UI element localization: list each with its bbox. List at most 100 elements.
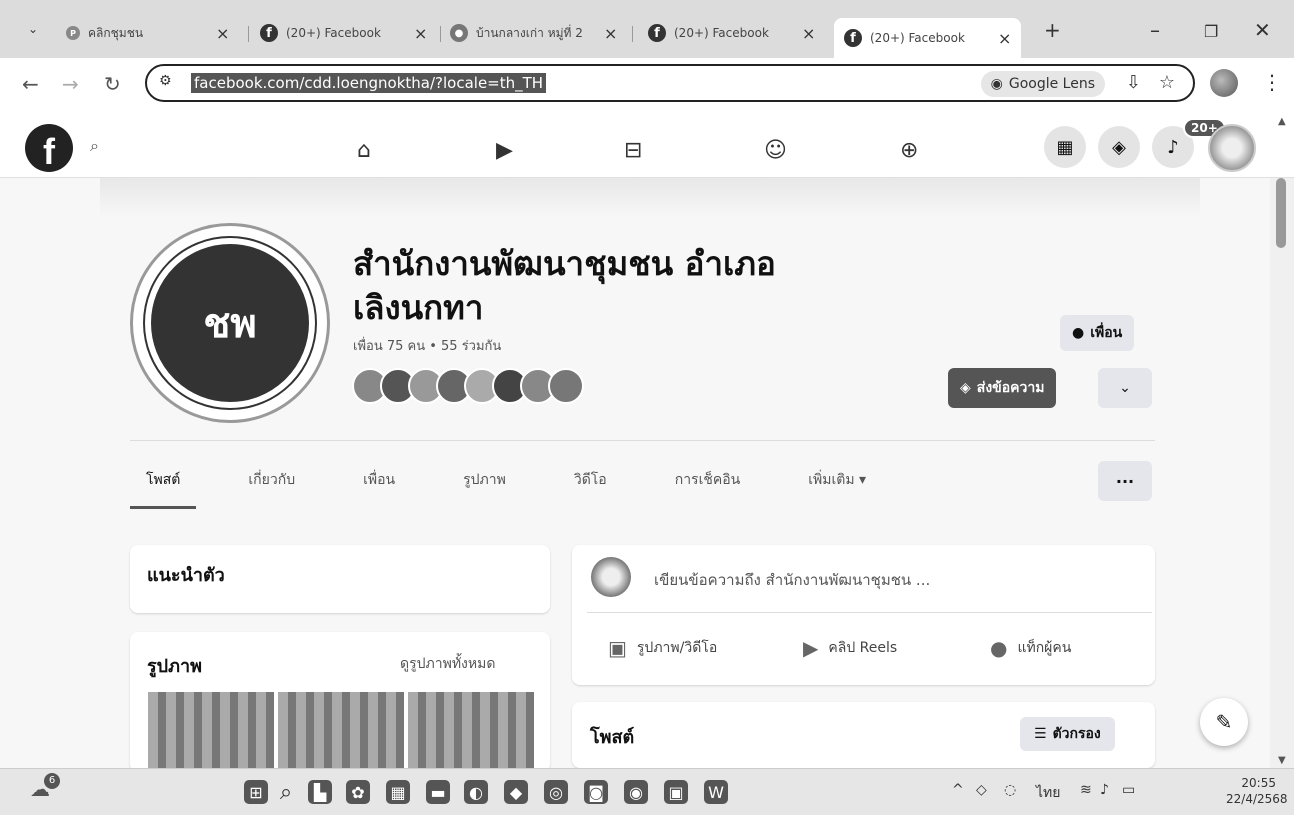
app-icon[interactable]: ◙ xyxy=(584,780,608,804)
close-window-icon[interactable]: ✕ xyxy=(1254,18,1271,42)
tab-search-chevron-icon[interactable]: ⌄ xyxy=(28,22,38,36)
wifi-icon[interactable]: ≋ xyxy=(1080,782,1092,798)
tab-separator xyxy=(248,26,249,42)
see-all-photos-link[interactable]: ดูรูปภาพทั้งหมด xyxy=(400,653,495,675)
bookmark-star-icon[interactable]: ☆ xyxy=(1159,72,1175,93)
tab-title: บ้านกลางเก่า หมู่ที่ 2 xyxy=(476,25,583,40)
copilot-icon[interactable]: ✿ xyxy=(346,780,370,804)
globe-icon: ● xyxy=(450,24,468,42)
browser-menu-icon[interactable]: ⋮ xyxy=(1262,70,1282,94)
clock[interactable]: 20:55 22/4/2568 xyxy=(1226,775,1288,807)
groups-icon[interactable]: ☺ xyxy=(764,138,787,163)
friend-button-label: เพื่อน xyxy=(1090,325,1123,341)
tray-app-icon[interactable]: ◌ xyxy=(1004,782,1016,798)
home-icon[interactable]: ⌂ xyxy=(357,138,371,163)
start-button-icon[interactable]: ⊞ xyxy=(244,780,268,804)
more-actions-button[interactable]: ··· xyxy=(1098,461,1152,501)
widgets-icon[interactable]: ▦ xyxy=(386,780,410,804)
app-icon[interactable]: ◆ xyxy=(504,780,528,804)
send-message-button[interactable]: ◈ ส่งข้อความ xyxy=(948,368,1057,408)
address-bar[interactable]: ⚙ facebook.com/cdd.loengnoktha/?locale=t… xyxy=(145,64,1195,102)
clock-date: 22/4/2568 xyxy=(1226,792,1288,806)
browser-tab-2[interactable]: f (20+) Facebook × xyxy=(250,18,437,48)
browser-tab-bar: ⌄ P คลิกชุมชน × f (20+) Facebook × ● บ้า… xyxy=(0,0,1294,58)
browser-profile-avatar[interactable] xyxy=(1210,69,1238,97)
restore-icon[interactable]: ❐ xyxy=(1204,22,1218,41)
scrollbar-thumb[interactable] xyxy=(1276,178,1286,248)
filter-sliders-icon: ☰ xyxy=(1034,726,1047,742)
edge-icon[interactable]: ◐ xyxy=(464,780,488,804)
menu-grid-icon[interactable]: ▦ xyxy=(1044,126,1086,168)
taskbar-search-icon[interactable]: ⌕ xyxy=(274,780,298,805)
close-tab-icon[interactable]: × xyxy=(802,24,815,43)
close-tab-icon[interactable]: × xyxy=(414,24,427,43)
composer-input[interactable]: เขียนข้อความถึง สำนักงานพัฒนาชุมชน ... xyxy=(654,568,930,592)
language-indicator[interactable]: ไทย xyxy=(1036,782,1060,804)
battery-icon[interactable]: ▭ xyxy=(1122,782,1135,798)
browser-tab-3[interactable]: ● บ้านกลางเก่า หมู่ที่ 2 × xyxy=(440,18,627,48)
friend-avatar[interactable] xyxy=(548,368,584,404)
photo-thumbnail[interactable] xyxy=(278,692,404,768)
tab-about[interactable]: เกี่ยวกับ xyxy=(232,463,311,509)
tab-checkins[interactable]: การเช็คอิน xyxy=(659,463,757,509)
reload-icon[interactable]: ↻ xyxy=(104,72,121,96)
tab-videos[interactable]: วิดีโอ xyxy=(558,463,623,509)
tab-more[interactable]: เพิ่มเติม ▾ xyxy=(792,463,882,509)
chrome-active-icon[interactable]: ◉ xyxy=(624,780,648,804)
line-icon[interactable]: ▣ xyxy=(664,780,688,804)
browser-tab-1[interactable]: P คลิกชุมชน × xyxy=(56,18,239,48)
messenger-icon[interactable]: ◈ xyxy=(1098,126,1140,168)
page-profile-picture[interactable]: ชพ xyxy=(130,223,330,423)
tray-app-icon[interactable]: ◇ xyxy=(976,782,987,798)
chrome-icon[interactable]: ◎ xyxy=(544,780,568,804)
page-logo: ชพ xyxy=(145,238,315,408)
file-explorer-icon[interactable]: ▬ xyxy=(426,780,450,804)
facebook-icon: f xyxy=(648,24,666,42)
tab-friends[interactable]: เพื่อน xyxy=(347,463,411,509)
reels-button[interactable]: ▶ คลิป Reels xyxy=(803,636,897,660)
account-avatar[interactable] xyxy=(1208,124,1256,172)
new-tab-button[interactable]: + xyxy=(1044,18,1061,42)
photo-thumbnail[interactable] xyxy=(408,692,534,768)
new-message-edit-icon[interactable]: ✎ xyxy=(1200,698,1248,746)
post-composer-card xyxy=(572,545,1155,685)
weather-widget[interactable]: ☁ 6 xyxy=(30,773,60,801)
tab-separator xyxy=(632,26,633,42)
task-view-icon[interactable]: ▙ xyxy=(308,780,332,804)
browser-tab-4[interactable]: f (20+) Facebook × xyxy=(638,18,825,48)
more-options-chevron-icon[interactable]: ⌄ xyxy=(1098,368,1152,408)
marketplace-icon[interactable]: ⊟ xyxy=(624,138,642,163)
volume-icon[interactable]: ♪ xyxy=(1100,782,1109,798)
minimize-icon[interactable]: – xyxy=(1150,18,1160,42)
friends-summary[interactable]: เพื่อน 75 คน • 55 ร่วมกัน xyxy=(353,335,501,356)
site-info-icon[interactable]: ⚙ xyxy=(159,73,172,89)
gaming-icon[interactable]: ⊕ xyxy=(900,138,918,163)
close-tab-icon[interactable]: × xyxy=(998,29,1011,48)
tab-photos[interactable]: รูปภาพ xyxy=(447,463,522,509)
scroll-up-arrow-icon[interactable]: ▲ xyxy=(1278,116,1286,127)
photos-title: รูปภาพ xyxy=(147,656,202,677)
close-tab-icon[interactable]: × xyxy=(216,24,229,43)
photo-video-button[interactable]: ▣ รูปภาพ/วิดีโอ xyxy=(608,636,717,660)
tag-people-button[interactable]: ● แท็กผู้คน xyxy=(990,636,1071,660)
friend-button[interactable]: ● เพื่อน xyxy=(1060,315,1135,351)
forward-icon[interactable]: → xyxy=(62,72,79,96)
google-lens-button[interactable]: ◉ Google Lens xyxy=(980,71,1105,97)
filter-button[interactable]: ☰ ตัวกรอง xyxy=(1020,717,1115,751)
photo-thumbnail[interactable] xyxy=(148,692,274,768)
install-app-icon[interactable]: ⇩ xyxy=(1126,72,1141,93)
word-icon[interactable]: W xyxy=(704,780,728,804)
url-text[interactable]: facebook.com/cdd.loengnoktha/?locale=th_… xyxy=(191,73,547,93)
scroll-down-arrow-icon[interactable]: ▼ xyxy=(1278,755,1286,766)
browser-tab-active[interactable]: f (20+) Facebook × xyxy=(834,18,1022,58)
tab-posts[interactable]: โพสต์ xyxy=(130,463,197,509)
search-icon[interactable]: ⌕ xyxy=(90,136,99,156)
back-icon[interactable]: ← xyxy=(22,72,39,96)
facebook-logo-icon[interactable]: f xyxy=(25,124,73,172)
friend-avatars[interactable] xyxy=(352,368,584,404)
tray-overflow-icon[interactable]: ^ xyxy=(952,782,964,798)
close-tab-icon[interactable]: × xyxy=(604,24,617,43)
page-icon: P xyxy=(66,26,80,40)
messenger-icon: ◈ xyxy=(960,380,971,396)
video-icon[interactable]: ▶ xyxy=(496,138,513,163)
